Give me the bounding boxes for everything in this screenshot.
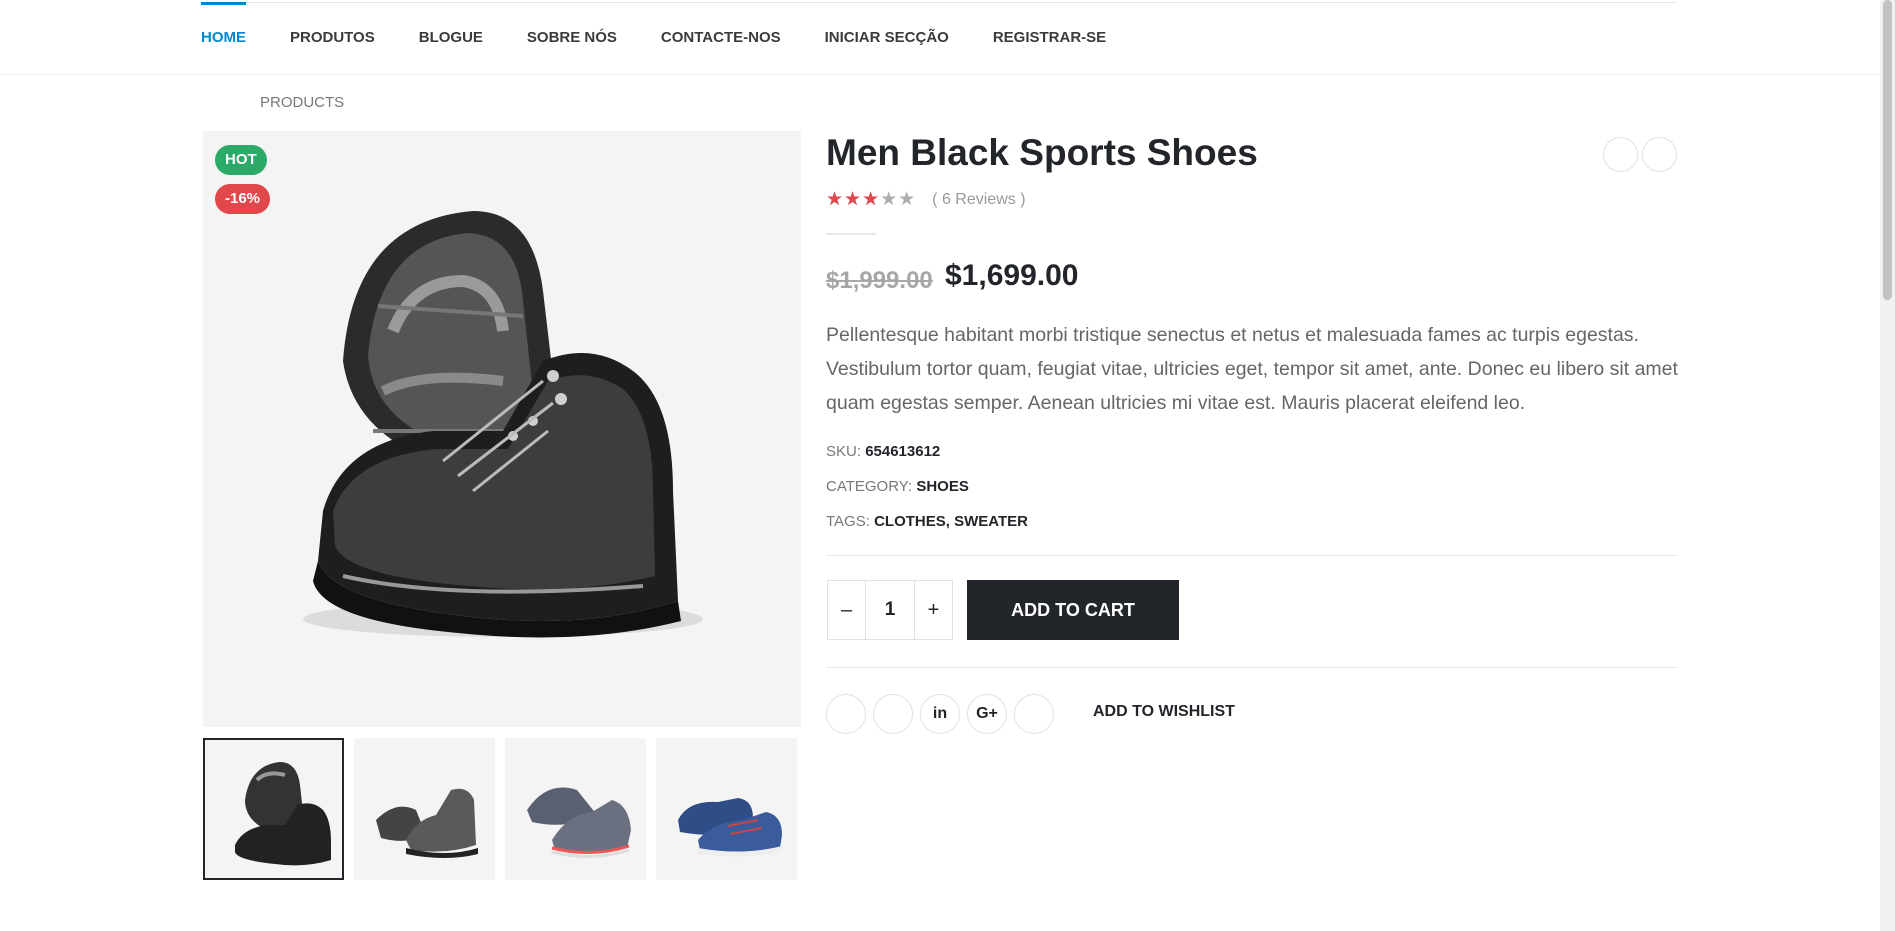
nav-blogue[interactable]: BLOGUE (419, 0, 483, 74)
nav-divider (0, 74, 1895, 75)
main-nav: HOME PRODUTOS BLOGUE SOBRE NÓS CONTACTE-… (201, 0, 1150, 74)
black-boots-thumb-image (235, 762, 331, 866)
email-icon[interactable] (1014, 694, 1054, 734)
facebook-icon[interactable] (826, 694, 866, 734)
old-price: $1,999.00 (826, 267, 933, 294)
sku-label: SKU: (826, 443, 862, 460)
next-product-button[interactable] (1642, 137, 1677, 172)
tags-label: TAGS: (826, 513, 870, 530)
rating-stars-filled: ★★★★★ (826, 189, 881, 210)
new-price: $1,699.00 (945, 259, 1079, 292)
divider (826, 555, 1677, 556)
scrollbar-thumb[interactable] (1883, 0, 1892, 300)
black-boots-image (303, 211, 703, 638)
product-nav (1603, 137, 1677, 172)
thumbnail-black-boots[interactable] (203, 738, 344, 880)
sku-value: 654613612 (865, 443, 941, 460)
quantity-decrease-button[interactable]: – (828, 581, 865, 639)
product-tags: TAGS: CLOTHES, SWEATER (826, 513, 1028, 530)
thumbnail-blue-shoes[interactable] (656, 738, 797, 880)
nav-home[interactable]: HOME (201, 0, 246, 74)
divider (826, 667, 1677, 668)
nav-contacte-nos[interactable]: CONTACTE-NOS (661, 0, 781, 74)
google-plus-icon[interactable]: G+ (967, 694, 1007, 734)
product-title: Men Black Sports Shoes (826, 132, 1258, 173)
product-category: CATEGORY: SHOES (826, 478, 969, 495)
page-scrollbar[interactable] (1880, 0, 1895, 931)
thumbnail-grey-boots[interactable] (354, 738, 495, 880)
twitter-icon[interactable] (873, 694, 913, 734)
product-main-image[interactable] (203, 131, 801, 727)
product-rating: ★★★★★★★★★★ ( 6 Reviews ) (826, 188, 1026, 211)
nav-iniciar-seccao[interactable]: INICIAR SECÇÃO (825, 0, 949, 74)
add-to-wishlist-link[interactable]: ADD TO WISHLIST (1093, 703, 1235, 721)
nav-sobre-nos[interactable]: SOBRE NÓS (527, 0, 617, 74)
breadcrumb[interactable]: PRODUCTS (260, 94, 344, 111)
quantity-stepper: – + (827, 580, 953, 640)
linkedin-icon[interactable]: in (920, 694, 960, 734)
product-sku: SKU: 654613612 (826, 443, 940, 460)
discount-badge: -16% (215, 184, 271, 214)
prev-product-button[interactable] (1603, 137, 1638, 172)
category-label: CATEGORY: (826, 478, 913, 495)
grey-boots-thumb-image (376, 788, 478, 858)
product-description: Pellentesque habitant morbi tristique se… (826, 324, 1678, 414)
price-divider (826, 233, 876, 235)
rating-stars: ★★★★★★★★★★ (826, 189, 917, 210)
grey-sneakers-thumb-image (527, 787, 631, 859)
share-links: in G+ (826, 694, 1054, 734)
nav-registrar-se[interactable]: REGISTRAR-SE (993, 0, 1106, 74)
category-link[interactable]: SHOES (916, 478, 969, 495)
add-to-cart-button[interactable]: ADD TO CART (967, 580, 1179, 640)
tag-link[interactable]: SWEATER (954, 513, 1028, 530)
nav-produtos[interactable]: PRODUTOS (290, 0, 375, 74)
quantity-increase-button[interactable]: + (915, 581, 952, 639)
hot-badge: HOT (215, 145, 267, 175)
reviews-link[interactable]: ( 6 Reviews ) (932, 191, 1025, 209)
thumbnail-grey-sneakers[interactable] (505, 738, 646, 880)
blue-shoes-thumb-image (678, 798, 782, 857)
tag-link[interactable]: CLOTHES (874, 513, 946, 530)
quantity-input[interactable] (865, 581, 915, 639)
thumbnail-strip (203, 738, 797, 880)
